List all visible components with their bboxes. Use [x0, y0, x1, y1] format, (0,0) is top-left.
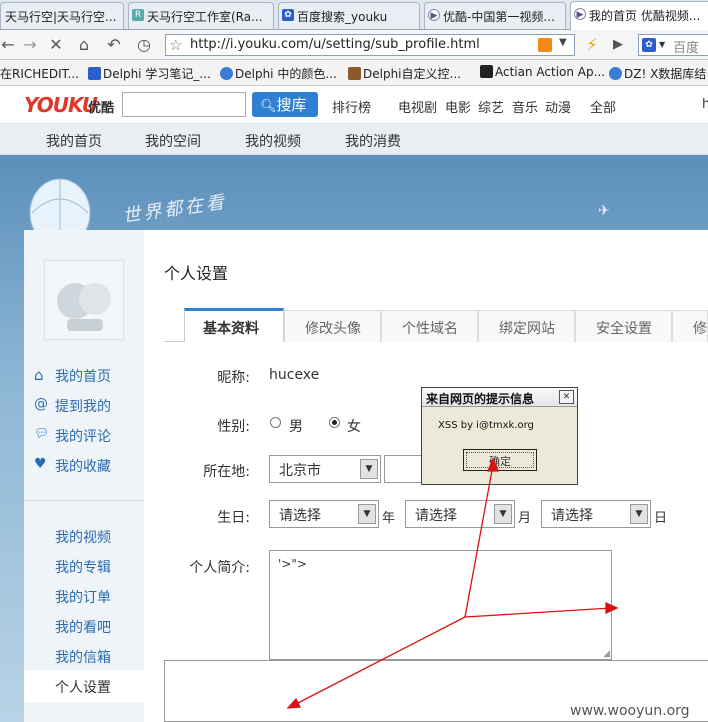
annotation-arrows [286, 457, 619, 709]
watermark: www.wooyun.org [570, 703, 690, 719]
